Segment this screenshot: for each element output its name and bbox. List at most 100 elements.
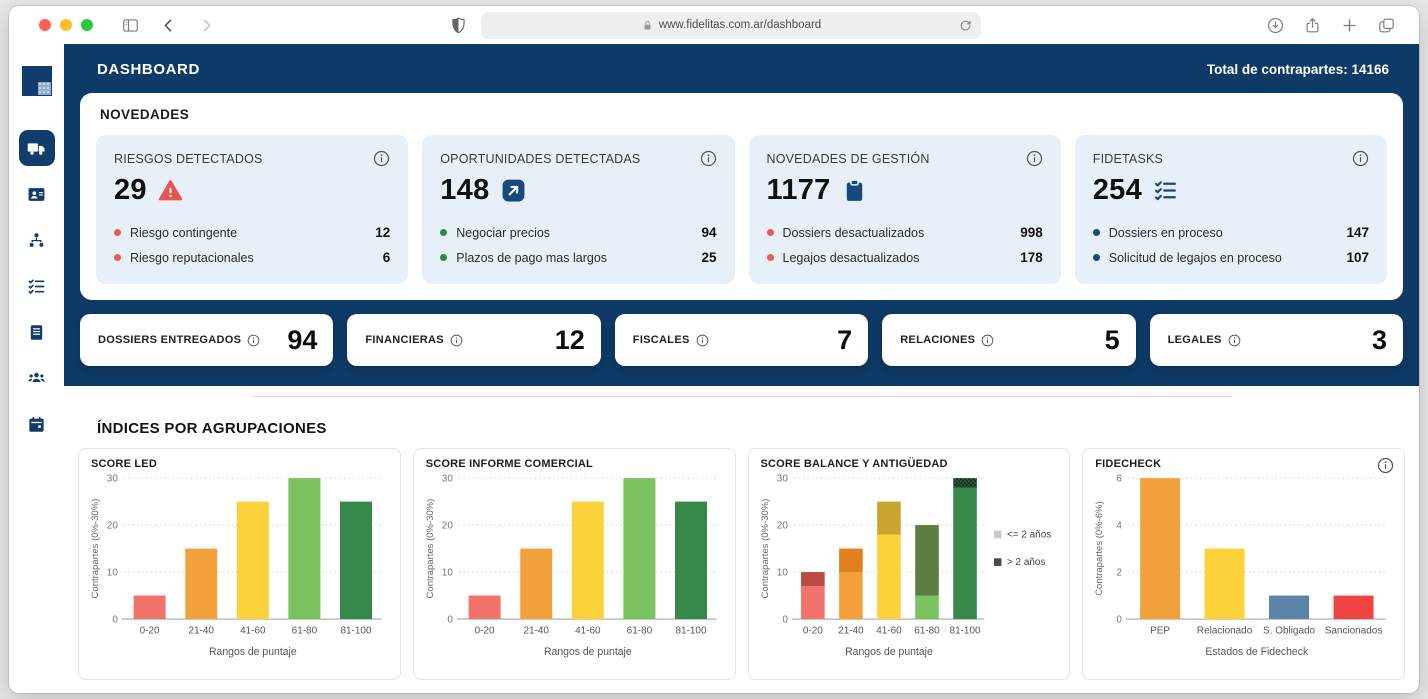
svg-text:Rangos de puntaje: Rangos de puntaje bbox=[209, 646, 297, 658]
svg-text:30: 30 bbox=[107, 474, 118, 485]
chart-title: FIDECHECK bbox=[1095, 458, 1394, 470]
card-value: 29 bbox=[114, 174, 147, 207]
sidebar-item-truck[interactable] bbox=[19, 130, 55, 166]
svg-text:10: 10 bbox=[776, 568, 787, 579]
trend-up-icon bbox=[501, 178, 526, 203]
sidebar-item-people[interactable] bbox=[19, 360, 55, 396]
metric-value: 12 bbox=[375, 225, 390, 240]
info-icon[interactable] bbox=[247, 334, 260, 347]
stat-label: LEGALES bbox=[1168, 334, 1222, 346]
people-icon bbox=[27, 369, 46, 388]
stat-label: FINANCIERAS bbox=[365, 334, 443, 346]
bullet-dot bbox=[440, 229, 447, 236]
bullet-dot bbox=[114, 229, 121, 236]
browser-chrome: www.fidelitas.com.ar/dashboard bbox=[9, 6, 1419, 44]
info-icon[interactable] bbox=[696, 334, 709, 347]
stat-label: DOSSIERS ENTREGADOS bbox=[98, 334, 241, 346]
share-button[interactable] bbox=[1301, 14, 1323, 36]
info-icon[interactable] bbox=[1352, 150, 1369, 167]
zoom-window-button[interactable] bbox=[81, 19, 93, 31]
minimize-window-button[interactable] bbox=[60, 19, 72, 31]
svg-text:41-60: 41-60 bbox=[240, 625, 266, 636]
info-icon[interactable] bbox=[1026, 150, 1043, 167]
info-icon[interactable] bbox=[1377, 457, 1394, 474]
stat-card: LEGALES3 bbox=[1150, 314, 1403, 366]
downloads-button[interactable] bbox=[1264, 14, 1286, 36]
metric-label: Riesgo contingente bbox=[130, 226, 375, 240]
svg-text:Contrapartes (0%-6%): Contrapartes (0%-6%) bbox=[1094, 501, 1104, 595]
svg-text:0-20: 0-20 bbox=[802, 625, 822, 636]
info-icon[interactable] bbox=[700, 150, 717, 167]
sidebar-item-checklist[interactable] bbox=[19, 268, 55, 304]
svg-text:81-100: 81-100 bbox=[340, 625, 371, 636]
svg-text:Estados de Fidecheck: Estados de Fidecheck bbox=[1206, 646, 1309, 658]
svg-text:Contrapartes (0%-30%): Contrapartes (0%-30%) bbox=[760, 499, 770, 599]
clipboard-icon bbox=[842, 178, 867, 203]
charts-section: ÍNDICES POR AGRUPACIONES SCORE LED010203… bbox=[64, 386, 1419, 693]
card-value: 148 bbox=[440, 174, 489, 207]
svg-text:0-20: 0-20 bbox=[140, 625, 160, 636]
top-section: DASHBOARD Total de contrapartes: 14166 N… bbox=[64, 44, 1419, 386]
metric-row: Legajos desactualizados178 bbox=[767, 245, 1043, 270]
svg-text:S. Obligado: S. Obligado bbox=[1263, 625, 1315, 636]
metric-row: Riesgo contingente12 bbox=[114, 220, 390, 245]
stat-card: FISCALES7 bbox=[615, 314, 868, 366]
lock-icon bbox=[641, 19, 654, 32]
svg-text:Rangos de puntaje: Rangos de puntaje bbox=[544, 646, 632, 658]
new-tab-button[interactable] bbox=[1338, 14, 1360, 36]
close-window-button[interactable] bbox=[39, 19, 51, 31]
info-icon[interactable] bbox=[981, 334, 994, 347]
metric-label: Dossiers desactualizados bbox=[783, 226, 1021, 240]
svg-text:4: 4 bbox=[1117, 521, 1123, 532]
card-value: 1177 bbox=[767, 174, 831, 207]
back-button[interactable] bbox=[157, 14, 179, 36]
stat-label: FISCALES bbox=[633, 334, 690, 346]
svg-text:20: 20 bbox=[776, 521, 787, 532]
metric-label: Solicitud de legajos en proceso bbox=[1109, 251, 1347, 265]
svg-text:2: 2 bbox=[1117, 568, 1123, 579]
summary-card: RIESGOS DETECTADOS29Riesgo contingente12… bbox=[96, 135, 408, 284]
svg-text:81-100: 81-100 bbox=[675, 625, 706, 636]
info-icon[interactable] bbox=[450, 334, 463, 347]
sidebar-item-contact-card[interactable] bbox=[19, 176, 55, 212]
metric-label: Negociar precios bbox=[456, 226, 701, 240]
metric-label: Riesgo reputacionales bbox=[130, 251, 383, 265]
bullet-dot bbox=[1093, 254, 1100, 261]
bullet-dot bbox=[114, 254, 121, 261]
sidebar-item-document[interactable] bbox=[19, 314, 55, 350]
metric-value: 178 bbox=[1020, 250, 1043, 265]
summary-card: NOVEDADES DE GESTIÓN1177Dossiers desactu… bbox=[749, 135, 1061, 284]
sidebar-toggle-icon[interactable] bbox=[119, 14, 141, 36]
sidebar-item-hierarchy[interactable] bbox=[19, 222, 55, 258]
metric-value: 6 bbox=[383, 250, 391, 265]
stat-value: 12 bbox=[555, 325, 585, 356]
metric-value: 998 bbox=[1020, 225, 1043, 240]
chart-title: SCORE BALANCE Y ANTIGÜEDAD bbox=[761, 458, 1060, 470]
svg-text:61-80: 61-80 bbox=[626, 625, 652, 636]
sidebar-item-calendar[interactable] bbox=[19, 406, 55, 442]
svg-text:21-40: 21-40 bbox=[189, 625, 215, 636]
forward-button[interactable] bbox=[195, 14, 217, 36]
summary-card: FIDETASKS254Dossiers en proceso147Solici… bbox=[1075, 135, 1387, 284]
dashboard-header: DASHBOARD Total de contrapartes: 14166 bbox=[64, 44, 1419, 93]
stacked-bar-chart: 01020300-2021-4041-6061-8081-100Rangos d… bbox=[759, 472, 1060, 664]
bar-chart: 0246PEPRelacionadoS. ObligadoSancionados… bbox=[1093, 472, 1394, 664]
tab-overview-button[interactable] bbox=[1375, 14, 1397, 36]
info-icon[interactable] bbox=[1228, 334, 1241, 347]
refresh-button[interactable] bbox=[958, 18, 973, 33]
privacy-shield-icon[interactable] bbox=[447, 14, 469, 36]
stat-card: DOSSIERS ENTREGADOS94 bbox=[80, 314, 333, 366]
bar-chart: 01020300-2021-4041-6061-8081-100Rangos d… bbox=[89, 472, 390, 664]
info-icon[interactable] bbox=[373, 150, 390, 167]
stat-card: RELACIONES5 bbox=[882, 314, 1135, 366]
svg-text:41-60: 41-60 bbox=[876, 625, 902, 636]
svg-text:20: 20 bbox=[442, 521, 453, 532]
metric-row: Dossiers desactualizados998 bbox=[767, 220, 1043, 245]
card-title: FIDETASKS bbox=[1093, 152, 1163, 166]
app: DASHBOARD Total de contrapartes: 14166 N… bbox=[9, 44, 1419, 693]
metric-label: Legajos desactualizados bbox=[783, 251, 1021, 265]
total-counterparties: Total de contrapartes: 14166 bbox=[1207, 62, 1389, 77]
url-bar[interactable]: www.fidelitas.com.ar/dashboard bbox=[481, 12, 981, 39]
main-content: DASHBOARD Total de contrapartes: 14166 N… bbox=[64, 44, 1419, 693]
browser-window: www.fidelitas.com.ar/dashboard DASHBOARD… bbox=[9, 6, 1419, 693]
